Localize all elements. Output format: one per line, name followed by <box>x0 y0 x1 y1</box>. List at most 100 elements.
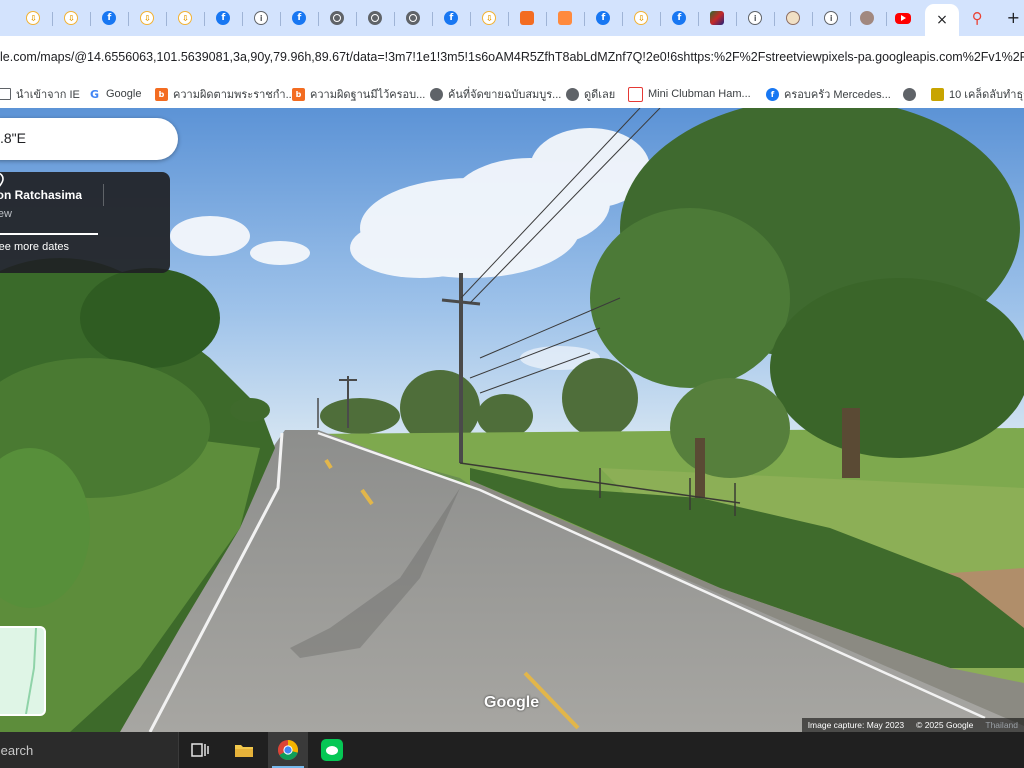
browser-tab[interactable]: i <box>242 4 281 32</box>
orange-site-icon: b <box>155 87 168 101</box>
browser-tab[interactable]: ⇩ <box>166 4 205 32</box>
bookmark-item[interactable]: G Google <box>88 80 141 108</box>
bookmark-item[interactable] <box>903 80 916 108</box>
bookmark-label: ความผิดตามพระราชกำ... <box>173 89 295 101</box>
browser-tab[interactable]: i <box>812 4 851 32</box>
bookmark-label: Google <box>106 88 142 100</box>
bookmark-item[interactable]: f ครอบครัว Mercedes... <box>766 80 891 108</box>
globe-icon <box>566 87 579 101</box>
bookmark-label: ดูดีเลย <box>584 89 616 101</box>
browser-tab[interactable] <box>356 4 395 32</box>
tab-close-icon[interactable]: × <box>936 12 948 28</box>
info-icon: i <box>254 11 269 25</box>
bookmark-item[interactable]: b ความผิดฐานมีไว้ครอบ... <box>292 80 425 108</box>
browser-tab[interactable]: f <box>280 4 319 32</box>
browser-tab[interactable] <box>546 4 585 32</box>
maps-search-box[interactable]: .8"E <box>0 118 178 160</box>
address-bar[interactable]: le.com/maps/@14.6556063,101.5639081,3a,9… <box>0 36 1024 80</box>
bookmarks-bar: นำเข้าจาก IE G Google b ความผิดตามพระราชกำ… <box>0 80 1024 109</box>
bookmark-label: ครอบครัว Mercedes... <box>784 89 891 101</box>
facebook-icon: f <box>596 11 611 25</box>
globe-icon <box>903 87 916 101</box>
card-separator <box>103 184 104 206</box>
browser-tab[interactable] <box>884 4 923 32</box>
location-pin-icon[interactable] <box>0 172 4 190</box>
yellow-site-icon <box>931 87 944 101</box>
place-subtitle: Street View <box>0 208 12 220</box>
facebook-icon: f <box>216 11 231 25</box>
facebook-icon: f <box>444 11 459 25</box>
maps-pin-icon: ⚲ <box>971 9 983 27</box>
line-app-icon <box>321 739 343 761</box>
bookmark-label: 10 เคล็ดลับทำธุรกิ <box>949 89 1024 101</box>
search-input[interactable]: .8"E <box>0 130 26 146</box>
browser-tab[interactable] <box>394 4 433 32</box>
windows-taskbar: Search <box>0 732 1024 768</box>
bookmark-item[interactable]: 10 เคล็ดลับทำธุรกิ <box>931 80 1024 108</box>
bookmark-label: Mini Clubman Ham... <box>648 88 751 100</box>
browser-tab[interactable]: ⇩ <box>52 4 91 32</box>
folder-icon <box>0 88 11 100</box>
url-text[interactable]: le.com/maps/@14.6556063,101.5639081,3a,9… <box>0 50 1024 64</box>
taskbar-search-placeholder[interactable]: Search <box>0 743 33 758</box>
see-more-dates-link[interactable]: See more dates <box>0 241 69 253</box>
browser-tab[interactable]: f <box>90 4 129 32</box>
bookmark-label: ความผิดฐานมีไว้ครอบ... <box>310 89 426 101</box>
red-site-icon <box>628 86 643 102</box>
taskbar-search-box[interactable]: Search <box>0 732 179 768</box>
browser-tab[interactable]: ⇩ <box>622 4 661 32</box>
person-icon <box>860 11 875 25</box>
card-divider <box>0 233 98 235</box>
browser-tab[interactable] <box>318 4 357 32</box>
facebook-icon: f <box>292 11 307 25</box>
download-icon: ⇩ <box>482 11 497 25</box>
minimap-thumbnail[interactable] <box>0 626 46 716</box>
browser-tab[interactable]: i <box>736 4 775 32</box>
browser-tab[interactable]: ⇩ <box>14 4 53 32</box>
browser-tab[interactable]: ⇩ <box>470 4 509 32</box>
bookmark-item[interactable]: นำเข้าจาก IE <box>0 80 80 108</box>
globe-icon <box>430 87 443 101</box>
street-view-panorama[interactable]: .8"E Nakhon Ratchasima Street View See m… <box>0 108 1024 732</box>
file-explorer-button[interactable] <box>224 732 264 768</box>
place-title: Nakhon Ratchasima <box>0 188 82 202</box>
chrome-button[interactable] <box>268 732 308 768</box>
bookmark-item[interactable]: Mini Clubman Ham... <box>628 80 751 108</box>
country-label: Thailand <box>985 720 1018 730</box>
tab-strip: ⇩ ⇩ f ⇩ ⇩ f i f f ⇩ f ⇩ f i i × ⚲ + <box>0 0 1024 36</box>
browser-tab[interactable] <box>774 4 813 32</box>
orange-site-icon <box>520 11 535 25</box>
browser-tab[interactable]: f <box>660 4 699 32</box>
file-explorer-icon <box>235 745 253 757</box>
bookmark-label: ค้นที่จัดขายฉบับสมบูร... <box>448 89 562 101</box>
browser-tab[interactable]: f <box>584 4 623 32</box>
browser-tab[interactable]: ⇩ <box>128 4 167 32</box>
browser-tab[interactable]: ⚲ <box>958 4 997 32</box>
browser-tab[interactable]: f <box>204 4 243 32</box>
globe-icon <box>406 11 421 25</box>
download-icon: ⇩ <box>64 11 79 25</box>
active-tab[interactable]: × <box>925 4 959 36</box>
image-credits: Image capture: May 2023 © 2025 Google Th… <box>801 718 1024 732</box>
face-icon <box>786 11 801 25</box>
browser-tab[interactable] <box>698 4 737 32</box>
globe-icon <box>330 11 345 25</box>
orange-site-icon <box>558 11 573 25</box>
browser-tab[interactable] <box>848 4 887 32</box>
task-view-icon <box>191 743 209 757</box>
download-icon: ⇩ <box>26 11 41 25</box>
browser-tab[interactable]: f <box>432 4 471 32</box>
image-capture-date[interactable]: Image capture: May 2023 <box>808 720 904 730</box>
download-icon: ⇩ <box>178 11 193 25</box>
info-icon: i <box>824 11 839 25</box>
bookmark-item[interactable]: ค้นที่จัดขายฉบับสมบูร... <box>430 80 561 108</box>
task-view-button[interactable] <box>180 732 220 768</box>
bookmark-item[interactable]: ดูดีเลย <box>566 80 615 108</box>
minimap-road <box>25 628 37 714</box>
copyright-text: © 2025 Google <box>916 720 974 730</box>
new-tab-button[interactable]: + <box>1007 8 1020 27</box>
browser-tab[interactable] <box>508 4 547 32</box>
bookmark-item[interactable]: b ความผิดตามพระราชกำ... <box>155 80 295 108</box>
line-app-button[interactable] <box>312 732 352 768</box>
facebook-icon: f <box>102 11 117 25</box>
